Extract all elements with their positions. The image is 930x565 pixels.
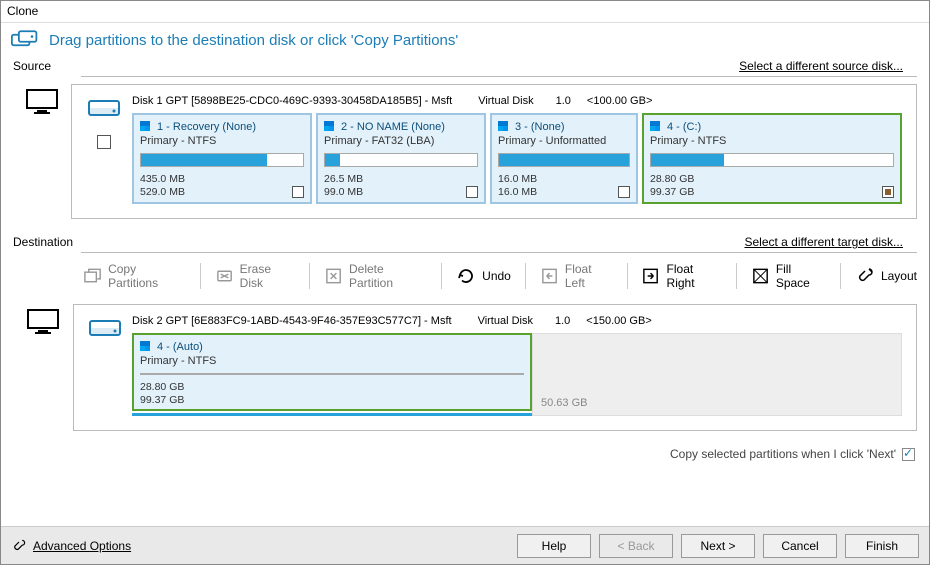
source-partitions: 1 - Recovery (None) Primary - NTFS 435.0 M…: [132, 113, 902, 204]
source-panel: Disk 1 GPT [5898BE25-CDC0-469C-9393-3045…: [71, 84, 917, 219]
partition-title: 1 - Recovery (None): [157, 121, 256, 133]
divider: [81, 252, 917, 253]
free-space[interactable]: 50.63 GB: [532, 333, 902, 416]
toolbar: Copy Partitions Erase Disk Delete Partit…: [1, 256, 929, 304]
copy-on-next-row: Copy selected partitions when I click 'N…: [1, 441, 929, 467]
partition-checkbox[interactable]: [292, 186, 304, 198]
used-size: 28.80 GB: [650, 173, 694, 186]
select-target-link[interactable]: Select a different target disk...: [744, 235, 903, 249]
source-disk-icon: [87, 97, 121, 119]
used-size: 28.80 GB: [140, 381, 184, 394]
partition-title: 4 - (Auto): [157, 341, 203, 353]
destination-content: Disk 2 GPT [6E883FC9-1ABD-4543-9F46-357E…: [1, 304, 929, 441]
source-partition[interactable]: 4 - (C:) Primary - NTFS 28.80 GB99.37 GB: [642, 113, 902, 204]
advanced-options-link[interactable]: Advanced Options: [11, 538, 131, 554]
destination-label: Destination: [13, 235, 83, 249]
partition-checkbox[interactable]: [618, 186, 630, 198]
copy-partitions-button[interactable]: Copy Partitions: [77, 258, 192, 294]
divider: [81, 76, 917, 77]
monitor-icon: [13, 304, 73, 431]
erase-disk-button[interactable]: Erase Disk: [209, 258, 301, 294]
source-partition[interactable]: 2 - NO NAME (None) Primary - FAT32 (LBA) 2…: [316, 113, 486, 204]
instruction-text: Drag partitions to the destination disk …: [49, 32, 458, 49]
source-content: Disk 1 GPT [5898BE25-CDC0-469C-9393-3045…: [1, 80, 929, 229]
clone-disk-icon: [11, 29, 39, 51]
source-header: Source Select a different source disk...: [1, 59, 929, 73]
partition-subtype: Primary - Unformatted: [498, 135, 630, 147]
copy-on-next-checkbox[interactable]: [902, 448, 915, 461]
cancel-button[interactable]: Cancel: [763, 534, 837, 558]
copy-on-next-label: Copy selected partitions when I click 'N…: [670, 447, 896, 461]
disk-label: Disk 1 GPT [5898BE25-CDC0-469C-9393-3045…: [132, 95, 452, 107]
partition-subtype: Primary - NTFS: [140, 135, 304, 147]
source-partition[interactable]: 1 - Recovery (None) Primary - NTFS 435.0 M…: [132, 113, 312, 204]
partition-checkbox[interactable]: [466, 186, 478, 198]
disk-size: <100.00 GB>: [587, 95, 652, 107]
destination-partition[interactable]: 4 - (Auto) Primary - NTFS 28.80 GB99.37 …: [132, 333, 532, 411]
help-button[interactable]: Help: [517, 534, 591, 558]
finish-button[interactable]: Finish: [845, 534, 919, 558]
clone-window: Clone Drag partitions to the destination…: [0, 0, 930, 565]
wrench-icon: [11, 538, 27, 554]
disk-ver: 1.0: [555, 315, 570, 327]
partition-title: 3 - (None): [515, 121, 565, 133]
fill-space-button[interactable]: Fill Space: [745, 258, 832, 294]
instruction-row: Drag partitions to the destination disk …: [1, 23, 929, 59]
total-size: 16.0 MB: [498, 186, 537, 199]
total-size: 99.37 GB: [650, 186, 694, 199]
total-size: 99.37 GB: [140, 394, 184, 407]
windows-icon: [324, 121, 337, 133]
target-disk-header: Disk 2 GPT [6E883FC9-1ABD-4543-9F46-357E…: [132, 315, 902, 327]
windows-icon: [140, 341, 153, 353]
source-disk-header: Disk 1 GPT [5898BE25-CDC0-469C-9393-3045…: [132, 95, 902, 107]
disk-type: Virtual Disk: [478, 315, 533, 327]
select-source-link[interactable]: Select a different source disk...: [739, 59, 903, 73]
source-partition[interactable]: 3 - (None) Primary - Unformatted 16.0 MB16…: [490, 113, 638, 204]
used-size: 26.5 MB: [324, 173, 363, 186]
partition-subtype: Primary - NTFS: [650, 135, 894, 147]
next-button[interactable]: Next >: [681, 534, 755, 558]
monitor-icon: [13, 84, 71, 219]
usage-bar: [140, 373, 524, 375]
destination-header: Destination Select a different target di…: [1, 235, 929, 249]
usage-bar: [140, 153, 304, 167]
source-label: Source: [13, 59, 83, 73]
disk-type: Virtual Disk: [478, 95, 533, 107]
back-button[interactable]: < Back: [599, 534, 673, 558]
float-left-button[interactable]: Float Left: [534, 258, 619, 294]
usage-bar: [324, 153, 478, 167]
disk-label: Disk 2 GPT [6E883FC9-1ABD-4543-9F46-357E…: [132, 315, 452, 327]
selection-underline: [132, 413, 532, 416]
disk-size: <150.00 GB>: [586, 315, 651, 327]
partition-title: 4 - (C:): [667, 121, 701, 133]
target-disk-icon: [88, 317, 122, 339]
layout-button[interactable]: Layout: [849, 262, 923, 290]
usage-bar: [650, 153, 894, 167]
windows-icon: [650, 121, 663, 133]
partition-checkbox[interactable]: [882, 186, 894, 198]
used-size: 16.0 MB: [498, 173, 537, 186]
partition-subtype: Primary - NTFS: [140, 355, 524, 367]
usage-bar: [498, 153, 630, 167]
source-disk-checkbox[interactable]: [97, 135, 111, 149]
total-size: 529.0 MB: [140, 186, 185, 199]
window-title: Clone: [1, 1, 929, 23]
disk-ver: 1.0: [556, 95, 571, 107]
footer: Advanced Options Help < Back Next > Canc…: [1, 526, 929, 564]
destination-panel: Disk 2 GPT [6E883FC9-1ABD-4543-9F46-357E…: [73, 304, 917, 431]
windows-icon: [140, 121, 153, 133]
partition-title: 2 - NO NAME (None): [341, 121, 445, 133]
undo-button[interactable]: Undo: [450, 262, 517, 290]
delete-partition-button[interactable]: Delete Partition: [318, 258, 433, 294]
total-size: 99.0 MB: [324, 186, 363, 199]
partition-subtype: Primary - FAT32 (LBA): [324, 135, 478, 147]
float-right-button[interactable]: Float Right: [635, 258, 727, 294]
used-size: 435.0 MB: [140, 173, 185, 186]
windows-icon: [498, 121, 511, 133]
